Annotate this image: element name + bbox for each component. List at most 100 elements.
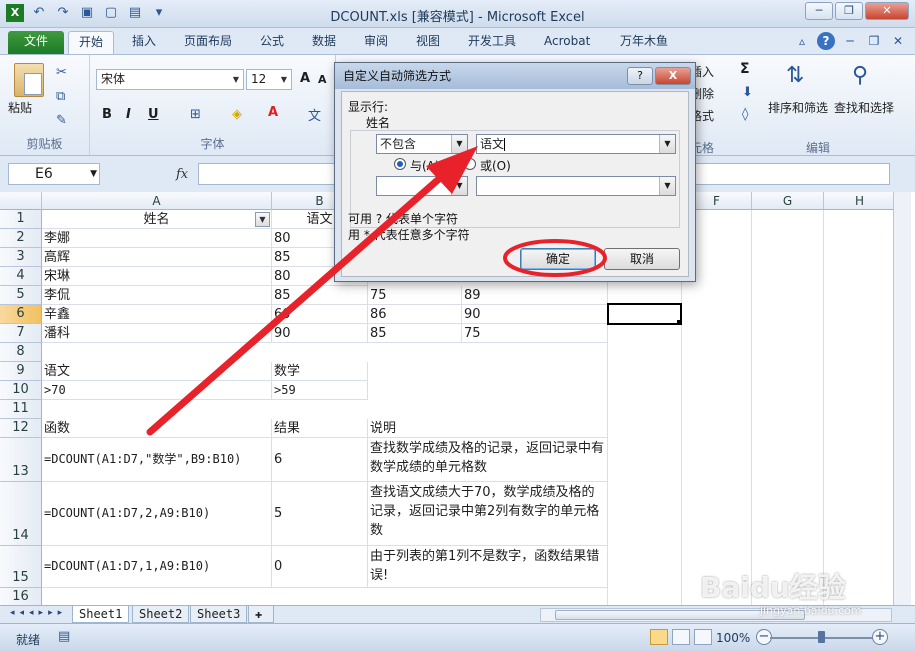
cell-b10[interactable]: >59 [272,381,368,400]
row-header-8[interactable]: 8 [0,343,42,362]
page-layout-view-button[interactable] [672,629,690,645]
cell-a3[interactable]: 高辉 [42,248,272,267]
shrink-font-icon[interactable]: A [318,73,327,86]
row-header-5[interactable]: 5 [0,286,42,305]
zoom-level[interactable]: 100% [716,631,750,645]
cell-c13[interactable]: 查找数学成绩及格的记录，返回记录中有数学成绩的单元格数 [368,438,608,482]
tab-review[interactable]: 审阅 [354,31,398,54]
insert-sheet-icon[interactable]: ✚ [248,606,274,623]
tab-data[interactable]: 数据 [302,31,346,54]
insert-function-icon[interactable]: fx [176,167,188,182]
cell-d7[interactable]: 75 [462,324,608,343]
help-icon[interactable]: ? [817,32,835,50]
cell-a7[interactable]: 潘科 [42,324,272,343]
row-header-6[interactable]: 6 [0,305,42,324]
dialog-close-button[interactable]: X [655,67,691,85]
row-header-16[interactable]: 16 [0,588,42,605]
row-header-2[interactable]: 2 [0,229,42,248]
cell-c5[interactable]: 75 [368,286,462,305]
row-header-3[interactable]: 3 [0,248,42,267]
tab-developer[interactable]: 开发工具 [458,31,526,54]
find-binoculars-icon[interactable]: ⚲ [852,63,868,88]
cell-c15[interactable]: 由于列表的第1列不是数字，函数结果错误! [368,546,608,588]
sort-filter-button[interactable]: 排序和筛选 [768,99,828,116]
normal-view-button[interactable] [650,629,668,645]
font-size-combo[interactable]: 12 ▼ [246,69,292,90]
close-window-button[interactable]: ✕ [865,2,909,20]
collapse-ribbon-icon[interactable]: ▵ [793,32,811,50]
sheet-nav-arrows[interactable]: ◂◂◂▸▸▸ [10,608,67,618]
autofilter-dropdown-a1[interactable]: ▼ [255,212,270,227]
copy-icon[interactable]: ⧉ [56,89,65,104]
font-name-combo[interactable]: 宋体 ▼ [96,69,244,90]
min-workbook-icon[interactable]: ─ [841,32,859,50]
zoom-slider-thumb[interactable] [818,631,825,643]
fill-color-icon[interactable]: ◈ [232,107,242,122]
or-radio[interactable] [464,158,476,170]
tab-page-layout[interactable]: 页面布局 [174,31,242,54]
cell-a6[interactable]: 辛鑫 [42,305,272,324]
column-header-g[interactable]: G [752,192,824,210]
cell-a2[interactable]: 李娜 [42,229,272,248]
tab-view[interactable]: 视图 [406,31,450,54]
column-header-a[interactable]: A [42,192,272,210]
close-workbook-icon[interactable]: ✕ [889,32,907,50]
cell-d6[interactable]: 90 [462,305,608,324]
cell-c6[interactable]: 86 [368,305,462,324]
tab-home[interactable]: 开始 [68,31,115,54]
sheet-tab-1[interactable]: Sheet1 [72,606,130,623]
operator1-select[interactable]: 不包含 ▼ [376,134,468,154]
row-header-11[interactable]: 11 [0,400,42,419]
tab-insert[interactable]: 插入 [122,31,166,54]
cell-b9[interactable]: 数学 [272,362,368,381]
zoom-in-button[interactable]: + [872,629,888,645]
restore-button[interactable]: ❐ [835,2,863,20]
cell-b6[interactable]: 60 [272,305,368,324]
cancel-button[interactable]: 取消 [604,248,680,270]
row-header-10[interactable]: 10 [0,381,42,400]
restore-workbook-icon[interactable]: ❐ [865,32,883,50]
autosum-icon[interactable]: Σ [740,61,750,77]
cell-a10[interactable]: >70 [42,381,272,400]
select-all-corner[interactable] [0,192,42,210]
vertical-scrollbar[interactable] [893,192,911,605]
cell-b13[interactable]: 6 [272,438,368,482]
tab-file[interactable]: 文件 [8,31,64,54]
minimize-button[interactable]: ─ [805,2,833,20]
paste-button[interactable]: 粘贴 [8,99,32,116]
find-select-button[interactable]: 查找和选择 [834,99,894,116]
cell-a15[interactable]: =DCOUNT(A1:D7,1,A9:B10) [42,546,272,588]
row-header-7[interactable]: 7 [0,324,42,343]
value1-input[interactable]: 语文 ▼ [476,134,676,154]
font-color-icon[interactable]: A [268,105,278,120]
paste-icon[interactable] [14,63,44,97]
fill-down-icon[interactable]: ⬇ [742,85,753,100]
border-icon[interactable]: ⊞ [190,107,201,122]
bold-button[interactable]: B [102,107,112,122]
ok-button[interactable]: 确定 [520,248,596,270]
cell-b12[interactable]: 结果 [272,419,368,438]
page-break-view-button[interactable] [694,629,712,645]
cell-b15[interactable]: 0 [272,546,368,588]
cell-b14[interactable]: 5 [272,482,368,546]
row-header-13[interactable]: 13 [0,438,42,482]
cell-a12[interactable]: 函数 [42,419,272,438]
format-painter-icon[interactable]: ✎ [56,113,67,128]
italic-button[interactable]: I [126,107,131,122]
row-header-14[interactable]: 14 [0,482,42,546]
sheet-tab-2[interactable]: Sheet2 [132,606,190,623]
sheet-tab-3[interactable]: Sheet3 [190,606,248,623]
tab-formulas[interactable]: 公式 [250,31,294,54]
cell-a5[interactable]: 李侃 [42,286,272,305]
cell-c7[interactable]: 85 [368,324,462,343]
cell-d5[interactable]: 89 [462,286,608,305]
tab-acrobat[interactable]: Acrobat [534,31,600,54]
sort-filter-icon[interactable]: ⇅ [786,63,804,88]
name-box[interactable]: E6 ▼ [8,163,100,185]
dialog-help-button[interactable]: ? [627,67,653,85]
phonetic-icon[interactable]: 文 [308,105,321,124]
cell-a1[interactable]: 姓名 [42,210,272,229]
cell-a9[interactable]: 语文 [42,362,272,381]
grow-font-icon[interactable]: A [300,71,310,86]
operator2-select[interactable]: ▼ [376,176,468,196]
